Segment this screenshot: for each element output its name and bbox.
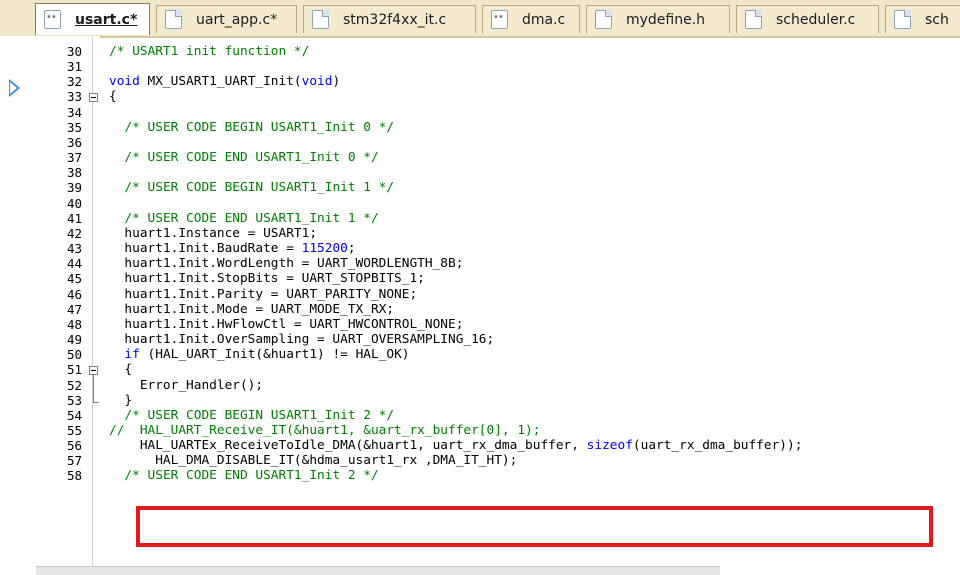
line-number: 38 [66, 165, 82, 181]
line-number: 50 [66, 347, 82, 363]
fold-guide [93, 375, 94, 402]
tab-label: sch [925, 11, 949, 28]
tab-label: dma.c [522, 11, 566, 28]
file-icon [312, 10, 329, 29]
code-line[interactable]: huart1.Init.HwFlowCtl = UART_HWCONTROL_N… [109, 317, 463, 332]
line-number: 44 [66, 256, 82, 272]
tab-scheduler-c[interactable]: scheduler.c [736, 5, 879, 33]
line-number: 33 [66, 89, 82, 105]
code-line[interactable]: if (HAL_UART_Init(&huart1) != HAL_OK) [109, 348, 409, 362]
code-line[interactable]: /* USART1 init function */ [109, 45, 309, 59]
line-number: 52 [66, 377, 82, 393]
line-number: 32 [66, 74, 82, 90]
line-number: 43 [66, 241, 82, 257]
line-number: 34 [66, 104, 82, 120]
code-line[interactable]: /* USER CODE END USART1_Init 2 */ [109, 469, 378, 483]
line-number: 39 [66, 180, 82, 196]
line-number: 46 [66, 286, 82, 302]
code-line[interactable]: /* USER CODE BEGIN USART1_Init 0 */ [109, 120, 394, 135]
line-number: 31 [66, 59, 82, 75]
code-line[interactable]: huart1.Init.StopBits = UART_STOPBITS_1; [109, 272, 424, 286]
code-line[interactable]: huart1.Init.WordLength = UART_WORDLENGTH… [109, 257, 463, 271]
tab-sch[interactable]: sch [885, 5, 960, 33]
tab-label: usart.c* [75, 11, 138, 28]
code-line[interactable]: /* USER CODE END USART1_Init 1 */ [109, 211, 378, 226]
line-number: 51 [66, 362, 82, 378]
fold-toggle-icon[interactable] [89, 366, 98, 376]
line-number: 40 [66, 195, 82, 211]
c-file-icon [491, 10, 508, 29]
code-line[interactable]: void MX_USART1_UART_Init(void) [109, 75, 340, 89]
file-icon [165, 10, 182, 29]
tab-stm32f4xx-it-c[interactable]: stm32f4xx_it.c [303, 5, 476, 33]
line-number: 36 [66, 134, 82, 150]
line-number: 45 [66, 271, 82, 287]
code-line[interactable]: { [109, 90, 117, 104]
code-line[interactable]: huart1.Init.BaudRate = 115200; [109, 242, 355, 256]
fold-toggle-icon[interactable] [89, 93, 98, 103]
highlight-box [136, 506, 933, 547]
file-icon [745, 10, 762, 29]
code-line[interactable]: huart1.Init.Mode = UART_MODE_TX_RX; [109, 302, 394, 317]
c-file-icon [44, 10, 61, 29]
code-line[interactable]: huart1.Init.Parity = UART_PARITY_NONE; [109, 287, 417, 302]
fold-end [93, 401, 99, 403]
tab-usart-c[interactable]: usart.c* [35, 3, 150, 35]
line-number: 49 [66, 332, 82, 348]
line-number: 53 [66, 392, 82, 408]
line-number: 42 [66, 225, 82, 241]
tab-dma-c[interactable]: dma.c [482, 5, 580, 33]
tab-uart-app-c[interactable]: uart_app.c* [156, 5, 297, 33]
line-number: 37 [66, 150, 82, 166]
line-number: 58 [66, 468, 82, 484]
line-number: 35 [66, 119, 82, 135]
line-number: 54 [66, 407, 82, 423]
code-line[interactable]: // HAL_UART_Receive_IT(&huart1, &uart_rx… [109, 424, 540, 438]
fold-margin [92, 36, 93, 566]
code-line[interactable]: huart1.Instance = USART1; [109, 226, 317, 241]
tab-mydefine-h[interactable]: mydefine.h [586, 5, 730, 33]
line-number: 47 [66, 301, 82, 317]
code-line[interactable]: huart1.Init.OverSampling = UART_OVERSAMP… [109, 333, 494, 347]
line-number: 48 [66, 316, 82, 332]
tab-label: mydefine.h [626, 11, 706, 28]
code-line[interactable]: Error_Handler(); [109, 378, 263, 393]
code-line[interactable]: /* USER CODE BEGIN USART1_Init 2 */ [109, 408, 394, 423]
line-number: 55 [66, 423, 82, 438]
line-number: 56 [66, 438, 82, 454]
current-line-arrow-icon [9, 79, 20, 97]
tab-label: stm32f4xx_it.c [343, 11, 447, 28]
code-line[interactable]: { [109, 363, 132, 377]
line-number-gutter [0, 36, 100, 574]
tab-label: scheduler.c [776, 11, 856, 28]
line-number: 41 [66, 210, 82, 226]
editor-tab-bar: usart.c* uart_app.c* stm32f4xx_it.c dma.c my… [0, 0, 960, 38]
line-number: 30 [66, 44, 82, 59]
file-icon [894, 10, 911, 29]
tab-label: uart_app.c* [196, 11, 278, 28]
code-line[interactable]: /* USER CODE BEGIN USART1_Init 1 */ [109, 181, 394, 195]
line-number: 57 [66, 453, 82, 469]
code-line[interactable]: HAL_DMA_DISABLE_IT(&hdma_usart1_rx ,DMA_… [109, 454, 517, 468]
code-line[interactable]: /* USER CODE END USART1_Init 0 */ [109, 151, 378, 165]
code-line[interactable]: HAL_UARTEx_ReceiveToIdle_DMA(&huart1, ua… [109, 439, 803, 453]
code-line[interactable]: } [109, 393, 132, 408]
file-icon [595, 10, 612, 29]
